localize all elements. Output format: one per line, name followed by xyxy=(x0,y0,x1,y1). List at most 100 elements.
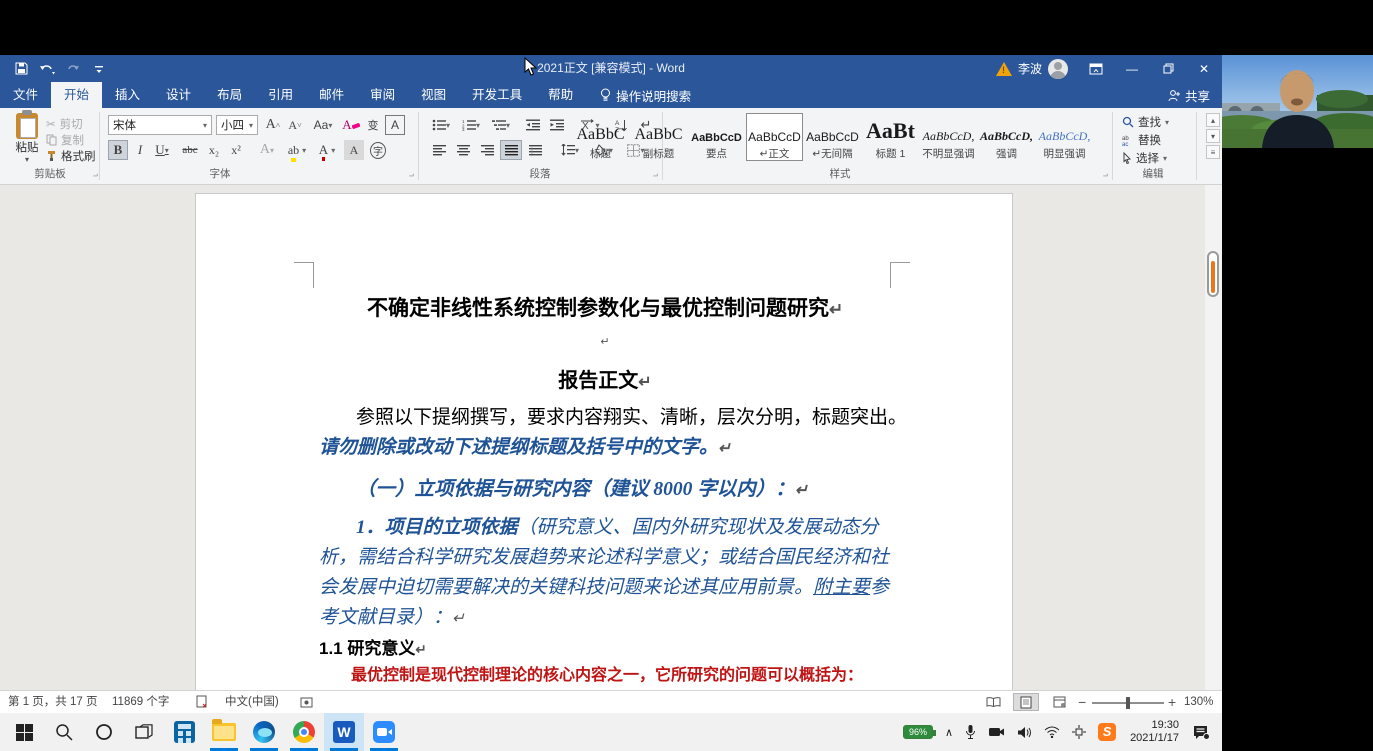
tab-insert[interactable]: 插入 xyxy=(102,82,153,108)
taskbar-clock[interactable]: 19:30 2021/1/17 xyxy=(1130,719,1179,745)
strikethrough-button[interactable]: abc xyxy=(178,140,202,160)
align-center-button[interactable] xyxy=(452,140,474,160)
styles-scroll-down-button[interactable]: ▾ xyxy=(1206,129,1220,143)
bullets-button[interactable]: ▾ xyxy=(428,115,454,135)
print-layout-button[interactable] xyxy=(1013,693,1039,711)
font-color-button[interactable]: A ▾ xyxy=(314,140,340,161)
vertical-scrollbar[interactable] xyxy=(1205,185,1222,690)
ribbon-display-options-button[interactable] xyxy=(1078,55,1114,82)
zoom-slider-thumb[interactable] xyxy=(1126,697,1130,709)
taskbar-meeting-app[interactable] xyxy=(364,713,404,751)
tab-review[interactable]: 审阅 xyxy=(357,82,408,108)
tab-references[interactable]: 引用 xyxy=(255,82,306,108)
tab-layout[interactable]: 布局 xyxy=(204,82,255,108)
underline-button[interactable]: U ▾ xyxy=(150,140,174,160)
tab-help[interactable]: 帮助 xyxy=(535,82,586,108)
style-card-subtle-emphasis[interactable]: AaBbCcD, 不明显强调 xyxy=(920,113,977,161)
text-effects-button[interactable]: A ▾ xyxy=(255,140,279,160)
increase-indent-button[interactable] xyxy=(546,115,568,135)
justify-button[interactable] xyxy=(500,140,522,160)
taskbar-calculator[interactable] xyxy=(164,713,204,751)
paste-dropdown[interactable]: ▾ xyxy=(6,155,48,164)
minimize-button[interactable]: — xyxy=(1114,55,1150,82)
web-layout-button[interactable] xyxy=(1046,693,1072,711)
style-card-no-spacing[interactable]: AaBbCcD ↵无间隔 xyxy=(804,113,861,161)
replace-button[interactable]: ab ac 替换 xyxy=(1122,132,1161,148)
restore-button[interactable] xyxy=(1150,55,1186,82)
align-left-button[interactable] xyxy=(428,140,450,160)
style-card-intense-emphasis[interactable]: AaBbCcD, 明显强调 xyxy=(1036,113,1093,161)
styles-more-button[interactable]: ≡ xyxy=(1206,145,1220,159)
volume-icon[interactable] xyxy=(1017,726,1032,739)
font-name-combo[interactable]: 宋体 ▾ xyxy=(108,115,212,135)
page-number-status[interactable]: 第 1 页，共 17 页 xyxy=(8,691,97,713)
ime-icon[interactable] xyxy=(1072,725,1087,739)
grow-font-button[interactable]: A ˄ xyxy=(263,115,283,135)
character-shading-button[interactable]: A xyxy=(344,140,364,160)
style-card-subtitle[interactable]: AaBbC 副标题 xyxy=(630,113,687,161)
style-card-keypoints[interactable]: AaBbCcD 要点 xyxy=(688,113,745,161)
superscript-button[interactable]: x² xyxy=(226,140,246,160)
avatar[interactable] xyxy=(1048,58,1068,79)
tab-file[interactable]: 文件 xyxy=(0,82,51,108)
tab-mailings[interactable]: 邮件 xyxy=(306,82,357,108)
close-button[interactable]: ✕ xyxy=(1186,55,1222,82)
font-dialog-launcher[interactable]: ⌐ xyxy=(404,171,414,181)
multilevel-list-button[interactable]: ▾ xyxy=(488,115,514,135)
taskbar-search-button[interactable] xyxy=(44,713,84,751)
account-name[interactable]: 李波 xyxy=(1018,60,1042,77)
document-page[interactable]: 不确定非线性系统控制参数化与最优控制问题研究↵ ↵ 报告正文↵ 参照以下提纲撰写… xyxy=(195,193,1013,690)
taskbar-chrome[interactable] xyxy=(284,713,324,751)
document-canvas[interactable]: 不确定非线性系统控制参数化与最优控制问题研究↵ ↵ 报告正文↵ 参照以下提纲撰写… xyxy=(0,185,1205,690)
enclose-characters-button[interactable]: 字 xyxy=(367,140,389,160)
tell-me-search[interactable]: 操作说明搜索 xyxy=(600,82,691,108)
shrink-font-button[interactable]: A ˅ xyxy=(285,115,305,135)
bold-button[interactable]: B xyxy=(108,140,128,160)
clear-formatting-button[interactable]: A xyxy=(341,115,361,135)
language-status[interactable]: 中文(中国) xyxy=(225,691,279,713)
styles-scroll-up-button[interactable]: ▴ xyxy=(1206,113,1220,127)
tab-design[interactable]: 设计 xyxy=(153,82,204,108)
zoom-out-button[interactable]: − xyxy=(1078,691,1086,713)
style-card-emphasis[interactable]: AaBbCcD, 强调 xyxy=(978,113,1035,161)
find-button[interactable]: 查找 ▾ xyxy=(1122,114,1169,130)
task-view-button[interactable] xyxy=(124,713,164,751)
start-button[interactable] xyxy=(4,713,44,751)
align-right-button[interactable] xyxy=(476,140,498,160)
style-card-normal[interactable]: AaBbCcD ↵正文 xyxy=(746,113,803,161)
paragraph-dialog-launcher[interactable]: ⌐ xyxy=(648,171,658,181)
numbering-button[interactable]: 1 2 3 ▾ xyxy=(458,115,484,135)
style-card-title[interactable]: AaBbC 标题 xyxy=(572,113,629,161)
camera-icon[interactable] xyxy=(988,726,1005,738)
taskbar-word[interactable]: W xyxy=(324,713,364,751)
tray-overflow-chevron[interactable]: ∧ xyxy=(945,726,953,739)
read-mode-button[interactable] xyxy=(980,693,1006,711)
microphone-icon[interactable] xyxy=(965,724,976,740)
taskbar-edge[interactable] xyxy=(244,713,284,751)
style-card-heading1[interactable]: AaBt 标题 1 xyxy=(862,113,919,161)
change-case-button[interactable]: Aa ▾ xyxy=(310,115,336,135)
decrease-indent-button[interactable] xyxy=(522,115,544,135)
font-size-combo[interactable]: 小四 ▾ xyxy=(216,115,258,135)
styles-dialog-launcher[interactable]: ⌐ xyxy=(1098,171,1108,181)
distribute-button[interactable] xyxy=(524,140,546,160)
zoom-level[interactable]: 130% xyxy=(1184,691,1213,713)
copy-button[interactable]: 复制 xyxy=(46,132,84,148)
tab-home[interactable]: 开始 xyxy=(51,82,103,108)
sogou-input-icon[interactable]: S xyxy=(1098,723,1117,741)
battery-indicator[interactable]: 96% xyxy=(903,725,936,739)
paste-button[interactable]: 粘贴 ▾ xyxy=(6,110,48,164)
scrollbar-thumb[interactable] xyxy=(1207,251,1219,297)
cut-button[interactable]: ✂ 剪切 xyxy=(46,116,83,132)
action-center-button[interactable] xyxy=(1193,725,1210,740)
italic-button[interactable]: I xyxy=(131,140,149,160)
character-border-button[interactable]: A xyxy=(385,115,405,135)
wifi-icon[interactable] xyxy=(1044,726,1060,738)
format-painter-button[interactable]: 格式刷 xyxy=(46,148,96,164)
cortana-button[interactable] xyxy=(84,713,124,751)
subscript-button[interactable]: x₂ xyxy=(204,140,224,160)
tab-developer[interactable]: 开发工具 xyxy=(459,82,535,108)
select-button[interactable]: 选择 ▾ xyxy=(1122,150,1167,166)
clipboard-dialog-launcher[interactable]: ⌐ xyxy=(88,171,98,181)
highlight-color-button[interactable]: ab ▾ xyxy=(284,140,310,162)
